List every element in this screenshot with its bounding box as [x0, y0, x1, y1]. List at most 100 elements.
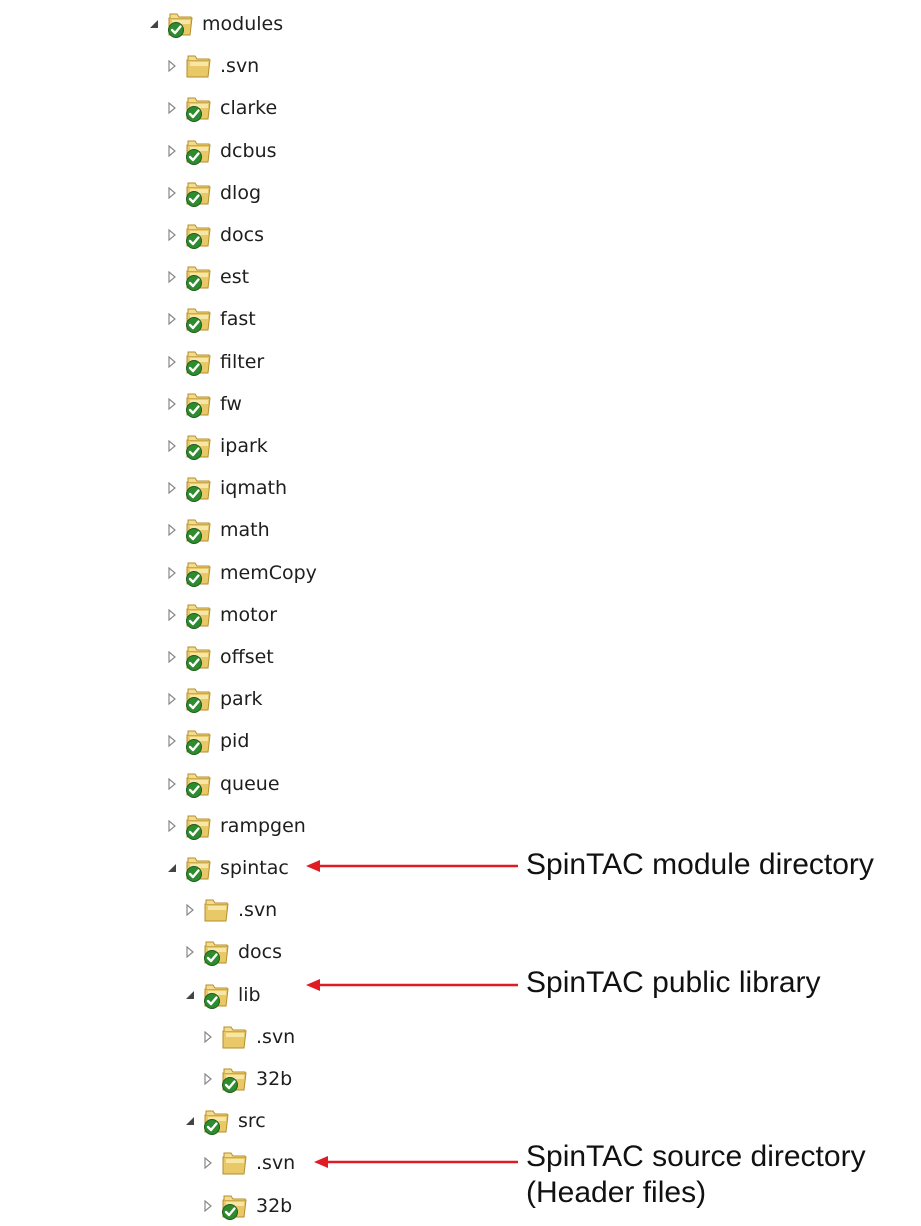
tree-row-label: offset — [220, 646, 274, 668]
plain-folder-icon — [219, 1022, 249, 1052]
tree-row-est[interactable]: est — [163, 257, 249, 297]
tree-row-label: .svn — [256, 1152, 296, 1175]
collapsed-triangle-icon[interactable] — [163, 437, 181, 455]
tree-row-motor[interactable]: motor — [163, 595, 277, 635]
svn-ok-folder-icon — [183, 769, 213, 799]
collapsed-triangle-icon[interactable] — [199, 1070, 217, 1088]
collapsed-triangle-icon[interactable] — [199, 1197, 217, 1215]
collapsed-triangle-icon[interactable] — [163, 648, 181, 666]
tree-row-label: memCopy — [220, 561, 317, 584]
collapsed-triangle-icon[interactable] — [163, 310, 181, 328]
collapsed-triangle-icon[interactable] — [163, 606, 181, 624]
svn-ok-folder-icon — [183, 811, 213, 841]
tree-row-svn[interactable]: .svn — [199, 1143, 295, 1183]
svn-ok-folder-icon — [183, 515, 213, 545]
collapsed-triangle-icon[interactable] — [163, 353, 181, 371]
expanded-triangle-icon[interactable] — [145, 15, 163, 33]
collapsed-triangle-icon[interactable] — [163, 479, 181, 497]
svn-ok-folder-icon — [183, 347, 213, 377]
svn-ok-folder-icon — [183, 304, 213, 334]
collapsed-triangle-icon[interactable] — [163, 775, 181, 793]
svn-ok-folder-icon — [219, 1191, 249, 1221]
tree-row-svn[interactable]: .svn — [181, 890, 277, 930]
tree-row-math[interactable]: math — [163, 510, 270, 550]
collapsed-triangle-icon[interactable] — [163, 395, 181, 413]
tree-row-label: fw — [220, 392, 242, 415]
tree-row-filter[interactable]: filter — [163, 342, 264, 382]
tree-row-label: .svn — [238, 899, 278, 922]
collapsed-triangle-icon[interactable] — [163, 732, 181, 750]
expanded-triangle-icon[interactable] — [181, 1112, 199, 1130]
tree-row-park[interactable]: park — [163, 679, 263, 719]
tree-row-32b[interactable]: 32b — [199, 1186, 292, 1226]
collapsed-triangle-icon[interactable] — [163, 690, 181, 708]
tree-row-label: queue — [220, 772, 280, 795]
svn-ok-folder-icon — [201, 980, 231, 1010]
tree-row-docs[interactable]: docs — [163, 215, 264, 255]
tree-row-svn[interactable]: .svn — [163, 46, 259, 86]
tree-row-offset[interactable]: offset — [163, 637, 274, 677]
collapsed-triangle-icon[interactable] — [181, 901, 199, 919]
tree-row-label: dlog — [220, 181, 262, 204]
tree-row-label: docs — [220, 224, 265, 246]
tree-row-lib[interactable]: lib — [181, 975, 261, 1015]
tree-row-ipark[interactable]: ipark — [163, 426, 268, 466]
svn-ok-folder-icon — [183, 220, 213, 250]
tree-row-rampgen[interactable]: rampgen — [163, 806, 306, 846]
collapsed-triangle-icon[interactable] — [163, 57, 181, 75]
tree-row-label: pid — [220, 730, 250, 753]
tree-row-docs[interactable]: docs — [181, 932, 282, 972]
tree-row-clarke[interactable]: clarke — [163, 88, 277, 128]
tree-row-pid[interactable]: pid — [163, 721, 249, 761]
collapsed-triangle-icon[interactable] — [163, 142, 181, 160]
tree-row-label: math — [220, 519, 270, 542]
tree-row-modules[interactable]: modules — [145, 4, 283, 44]
collapsed-triangle-icon[interactable] — [199, 1028, 217, 1046]
tree-row-spintac[interactable]: spintac — [163, 848, 289, 888]
folder-tree: modules .svn clarke dcbus dlog docs est fast fil… — [0, 0, 921, 1220]
collapsed-triangle-icon[interactable] — [163, 184, 181, 202]
svn-ok-folder-icon — [183, 726, 213, 756]
tree-row-fast[interactable]: fast — [163, 299, 256, 339]
tree-row-32b[interactable]: 32b — [199, 1059, 292, 1099]
tree-row-label: docs — [238, 941, 283, 964]
tree-row-dcbus[interactable]: dcbus — [163, 131, 277, 171]
tree-row-label: dcbus — [220, 139, 277, 162]
collapsed-triangle-icon[interactable] — [163, 521, 181, 539]
collapsed-triangle-icon[interactable] — [199, 1154, 217, 1172]
tree-row-label: clarke — [220, 97, 278, 120]
expanded-triangle-icon[interactable] — [181, 986, 199, 1004]
tree-row-svn[interactable]: .svn — [199, 1017, 295, 1057]
tree-row-label: .svn — [256, 1025, 296, 1048]
tree-row-label: modules — [202, 13, 284, 35]
tree-row-iqmath[interactable]: iqmath — [163, 468, 287, 508]
collapsed-triangle-icon[interactable] — [163, 226, 181, 244]
tree-row-memcopy[interactable]: memCopy — [163, 553, 317, 593]
tree-row-label: spintac — [220, 857, 289, 879]
tree-row-label: park — [220, 688, 263, 711]
tree-row-label: rampgen — [220, 814, 306, 837]
collapsed-triangle-icon[interactable] — [163, 268, 181, 286]
tree-row-queue[interactable]: queue — [163, 764, 280, 804]
tree-row-label: ipark — [220, 435, 268, 457]
tree-row-src[interactable]: src — [181, 1101, 266, 1141]
tree-row-fw[interactable]: fw — [163, 384, 242, 424]
collapsed-triangle-icon[interactable] — [163, 99, 181, 117]
annotation-src: SpinTAC source directory (Header files) — [526, 1139, 866, 1211]
collapsed-triangle-icon[interactable] — [163, 564, 181, 582]
svn-ok-folder-icon — [201, 937, 231, 967]
expanded-triangle-icon[interactable] — [163, 859, 181, 877]
svn-ok-folder-icon — [183, 558, 213, 588]
tree-row-label: 32b — [256, 1068, 293, 1090]
svn-ok-folder-icon — [183, 600, 213, 630]
svn-ok-folder-icon — [183, 178, 213, 208]
tree-row-dlog[interactable]: dlog — [163, 173, 261, 213]
collapsed-triangle-icon[interactable] — [181, 943, 199, 961]
tree-row-label: 32b — [256, 1194, 293, 1217]
tree-row-label: motor — [220, 603, 278, 626]
collapsed-triangle-icon[interactable] — [163, 817, 181, 835]
annotation-spintac: SpinTAC module directory — [526, 847, 874, 883]
svn-ok-folder-icon — [183, 262, 213, 292]
annotation-lib-text: SpinTAC public library — [526, 966, 821, 999]
tree-row-label: .svn — [220, 55, 260, 78]
